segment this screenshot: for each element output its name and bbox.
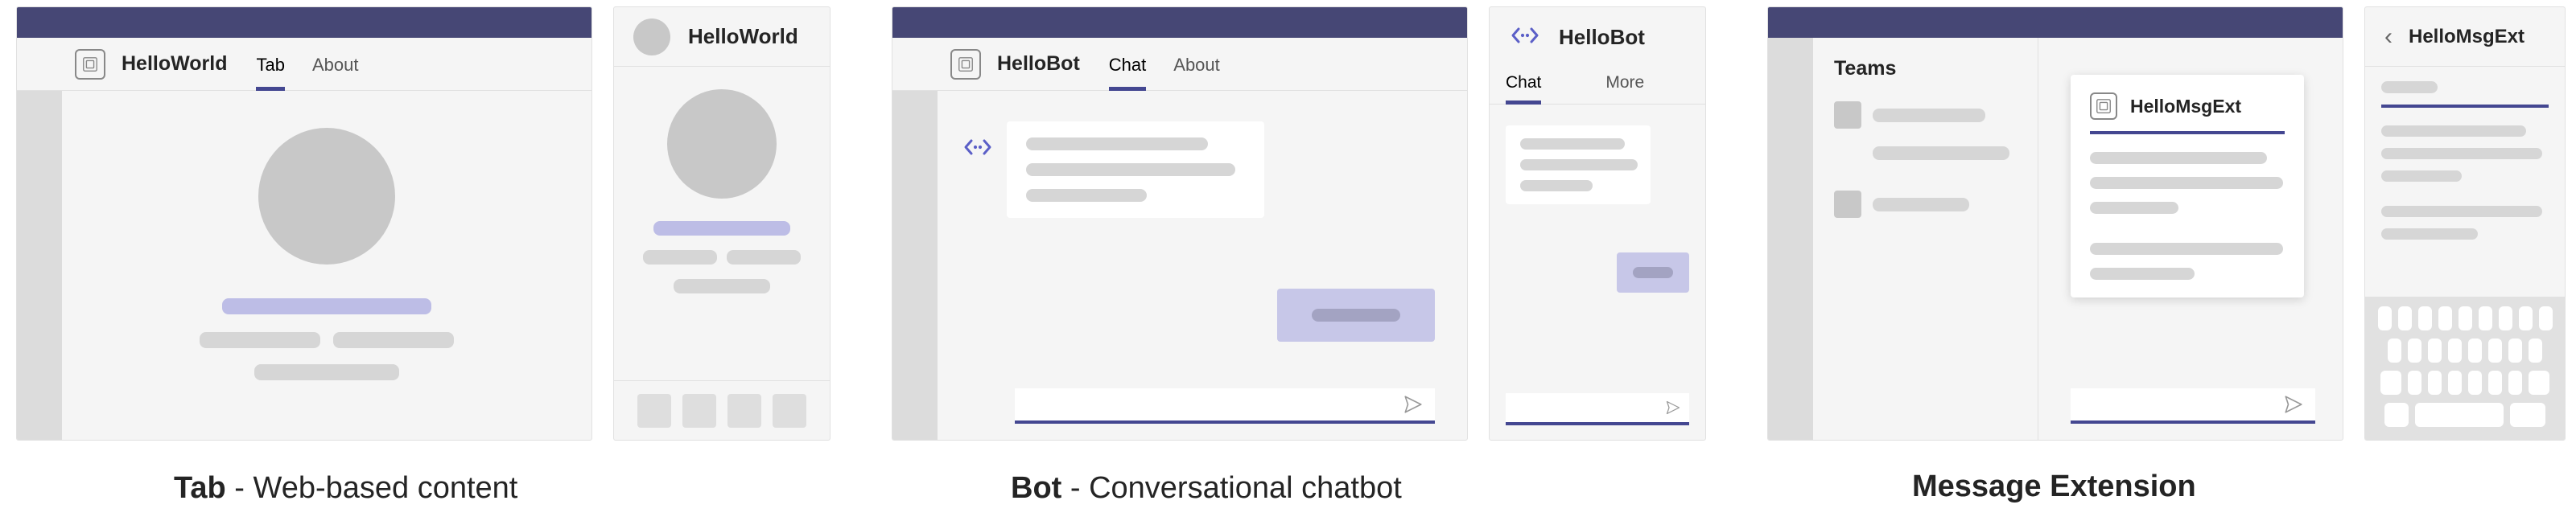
caption-tab: Tab - Web-based content	[174, 471, 517, 506]
app-icon	[950, 49, 981, 80]
msgext-card: HelloMsgExt	[2071, 75, 2304, 297]
nav-item[interactable]	[682, 394, 716, 428]
tab-mobile-window: HelloWorld	[613, 6, 831, 441]
app-header: HelloWorld Tab About	[17, 38, 591, 91]
mobile-tabs: Chat More	[1490, 67, 1705, 105]
app-icon	[75, 49, 105, 80]
window-titlebar	[17, 7, 591, 38]
bot-desktop-window: HelloBot Chat About	[892, 6, 1468, 441]
placeholder-line	[222, 298, 431, 314]
chat-content	[938, 91, 1467, 440]
mobile-title: HelloWorld	[688, 24, 798, 49]
send-icon[interactable]	[1403, 394, 1424, 415]
caption-msgext: Message Extension	[1912, 470, 2196, 504]
placeholder-line	[653, 221, 790, 236]
mobile-tab-more[interactable]: More	[1605, 67, 1644, 104]
list-item[interactable]	[1834, 191, 2017, 218]
channel-content: HelloMsgExt	[2038, 38, 2343, 440]
teams-sidebar: Teams	[1813, 38, 2038, 440]
tab-chat[interactable]: Chat	[1109, 39, 1146, 90]
teams-rail	[892, 38, 938, 440]
placeholder-line	[254, 364, 399, 380]
back-chevron-icon[interactable]: ‹	[2384, 23, 2393, 51]
outgoing-message	[1277, 289, 1435, 342]
app-icon	[2090, 92, 2117, 120]
nav-item[interactable]	[637, 394, 671, 428]
msgext-mobile-window: ‹ HelloMsgExt	[2364, 6, 2566, 441]
send-icon[interactable]	[1665, 400, 1681, 416]
mobile-tab-chat[interactable]: Chat	[1506, 67, 1541, 104]
mobile-chat-content	[1490, 105, 1705, 440]
placeholder-avatar	[667, 89, 777, 199]
send-icon[interactable]	[2283, 394, 2304, 415]
tab-about[interactable]: About	[1173, 39, 1220, 90]
nav-item[interactable]	[727, 394, 761, 428]
window-titlebar	[892, 7, 1467, 38]
mobile-content	[614, 67, 830, 380]
mobile-compose-box[interactable]	[1506, 393, 1689, 425]
list-subitem[interactable]	[1873, 146, 2009, 160]
teams-rail	[17, 38, 62, 440]
user-avatar-icon[interactable]	[633, 18, 670, 55]
incoming-message	[1007, 121, 1264, 218]
tab-about[interactable]: About	[312, 39, 359, 90]
mobile-header: HelloWorld	[614, 7, 830, 67]
bot-mobile-window: HelloBot Chat More	[1489, 6, 1706, 441]
mobile-title: HelloBot	[1559, 25, 1645, 50]
app-name: HelloWorld	[122, 52, 227, 76]
mobile-header: ‹ HelloMsgExt	[2365, 7, 2565, 67]
card-divider	[2090, 131, 2285, 134]
incoming-message	[1506, 125, 1651, 204]
tab-content	[62, 91, 591, 440]
mobile-header: HelloBot	[1490, 7, 1705, 67]
bot-avatar-icon	[1509, 19, 1541, 55]
compose-box[interactable]	[1015, 388, 1435, 424]
outgoing-message	[1617, 252, 1689, 293]
teams-rail	[1768, 38, 1813, 440]
msgext-desktop-window: Teams HelloMsgExt	[1767, 6, 2343, 441]
sidebar-title: Teams	[1834, 57, 2017, 80]
tab-row: Tab About	[256, 38, 358, 90]
tab-tab[interactable]: Tab	[256, 39, 284, 90]
card-title: HelloMsgExt	[2130, 96, 2241, 117]
list-item[interactable]	[1834, 101, 2017, 129]
compose-box[interactable]	[2071, 388, 2315, 424]
mobile-nav	[614, 380, 830, 440]
tab-desktop-window: HelloWorld Tab About	[16, 6, 592, 441]
card-divider	[2381, 105, 2549, 108]
mobile-title: HelloMsgExt	[2409, 26, 2524, 48]
caption-bot: Bot - Conversational chatbot	[1011, 471, 1402, 506]
mobile-keyboard[interactable]	[2365, 297, 2565, 440]
window-titlebar	[1768, 7, 2343, 38]
bot-avatar-icon	[962, 131, 994, 167]
placeholder-avatar	[258, 128, 395, 265]
nav-item[interactable]	[773, 394, 806, 428]
placeholder-row	[200, 332, 454, 348]
app-header: HelloBot Chat About	[892, 38, 1467, 91]
app-name: HelloBot	[997, 52, 1080, 76]
